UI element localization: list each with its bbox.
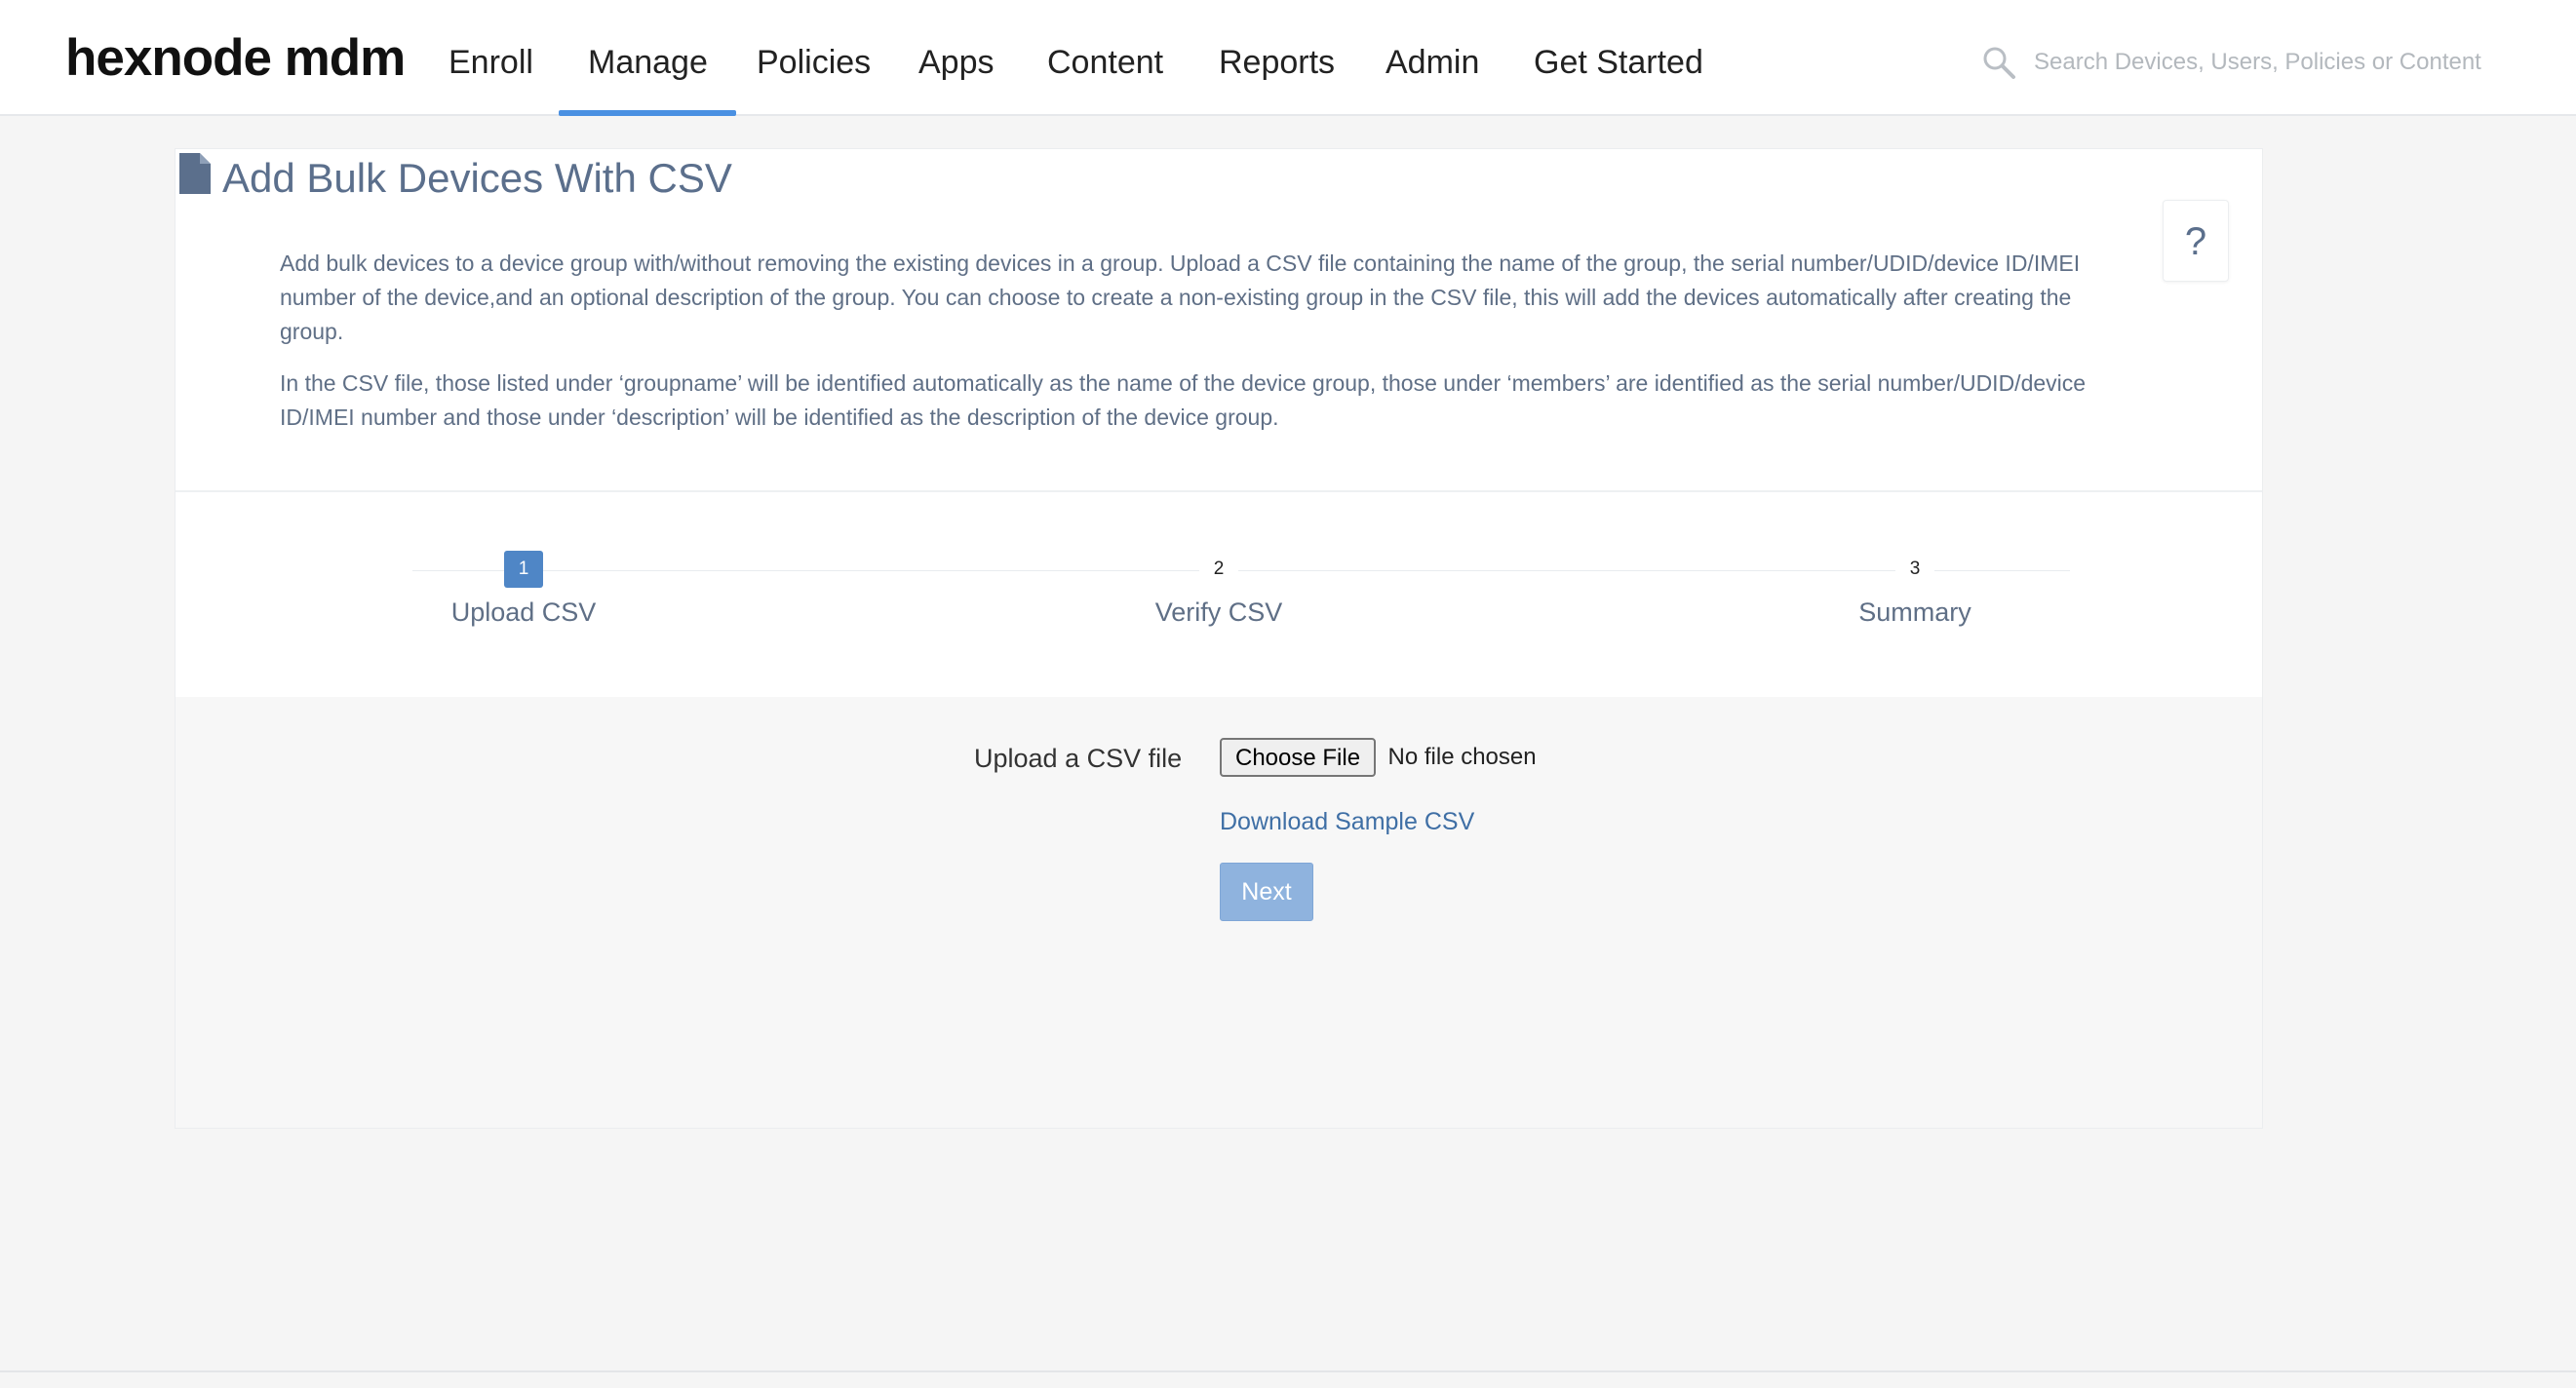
title-row: Add Bulk Devices With CSV — [176, 149, 2262, 217]
description-paragraph: Add bulk devices to a device group with/… — [280, 251, 2081, 344]
step-label: Upload CSV — [450, 598, 597, 627]
nav-item-apps[interactable]: Apps — [918, 0, 995, 116]
step-label: Verify CSV — [1154, 598, 1283, 627]
step-number: 2 — [1199, 551, 1238, 588]
global-search — [1981, 37, 2527, 88]
description-paragraph: In the CSV file, those listed under ‘gro… — [280, 370, 2087, 430]
nav-item-policies[interactable]: Policies — [757, 0, 871, 116]
hexnode-logo[interactable]: hexnode mdm — [65, 29, 406, 88]
help-button[interactable]: ? — [2163, 200, 2229, 282]
step-upload-csv[interactable]: 1 Upload CSV — [377, 551, 670, 628]
nav-item-content[interactable]: Content — [1047, 0, 1163, 116]
bulk-devices-card: Add Bulk Devices With CSV ? Add bulk dev… — [175, 148, 2263, 1129]
upload-area: Upload a CSV file Choose File No file ch… — [176, 697, 2262, 1128]
nav-item-manage[interactable]: Manage — [559, 0, 736, 116]
top-bar: hexnode mdm Enroll Manage Policies Apps … — [0, 0, 2576, 116]
step-number: 3 — [1895, 551, 1934, 588]
search-icon[interactable] — [1981, 45, 2016, 80]
choose-file-button[interactable]: Choose File — [1220, 738, 1377, 777]
divider — [176, 490, 2262, 492]
file-input: Choose File No file chosen — [1220, 738, 1537, 777]
step-label: Summary — [1858, 598, 1971, 627]
nav-item-reports[interactable]: Reports — [1219, 0, 1335, 116]
file-status: No file chosen — [1387, 744, 1537, 770]
step-number: 1 — [504, 551, 543, 588]
document-icon — [179, 153, 211, 194]
footer-divider — [0, 1370, 2576, 1372]
step-verify-csv[interactable]: 2 Verify CSV — [1073, 551, 1365, 628]
page-title: Add Bulk Devices With CSV — [222, 155, 732, 201]
nav-item-admin[interactable]: Admin — [1386, 0, 1479, 116]
description: Add bulk devices to a device group with/… — [280, 247, 2137, 452]
download-sample-csv-link[interactable]: Download Sample CSV — [1220, 808, 1474, 836]
nav-item-get-started[interactable]: Get Started — [1534, 0, 1703, 116]
upload-csv-label: Upload a CSV file — [974, 744, 1183, 773]
step-summary[interactable]: 3 Summary — [1769, 551, 2061, 628]
next-button[interactable]: Next — [1220, 863, 1313, 921]
search-input[interactable] — [2032, 37, 2523, 88]
nav-item-enroll[interactable]: Enroll — [449, 0, 533, 116]
